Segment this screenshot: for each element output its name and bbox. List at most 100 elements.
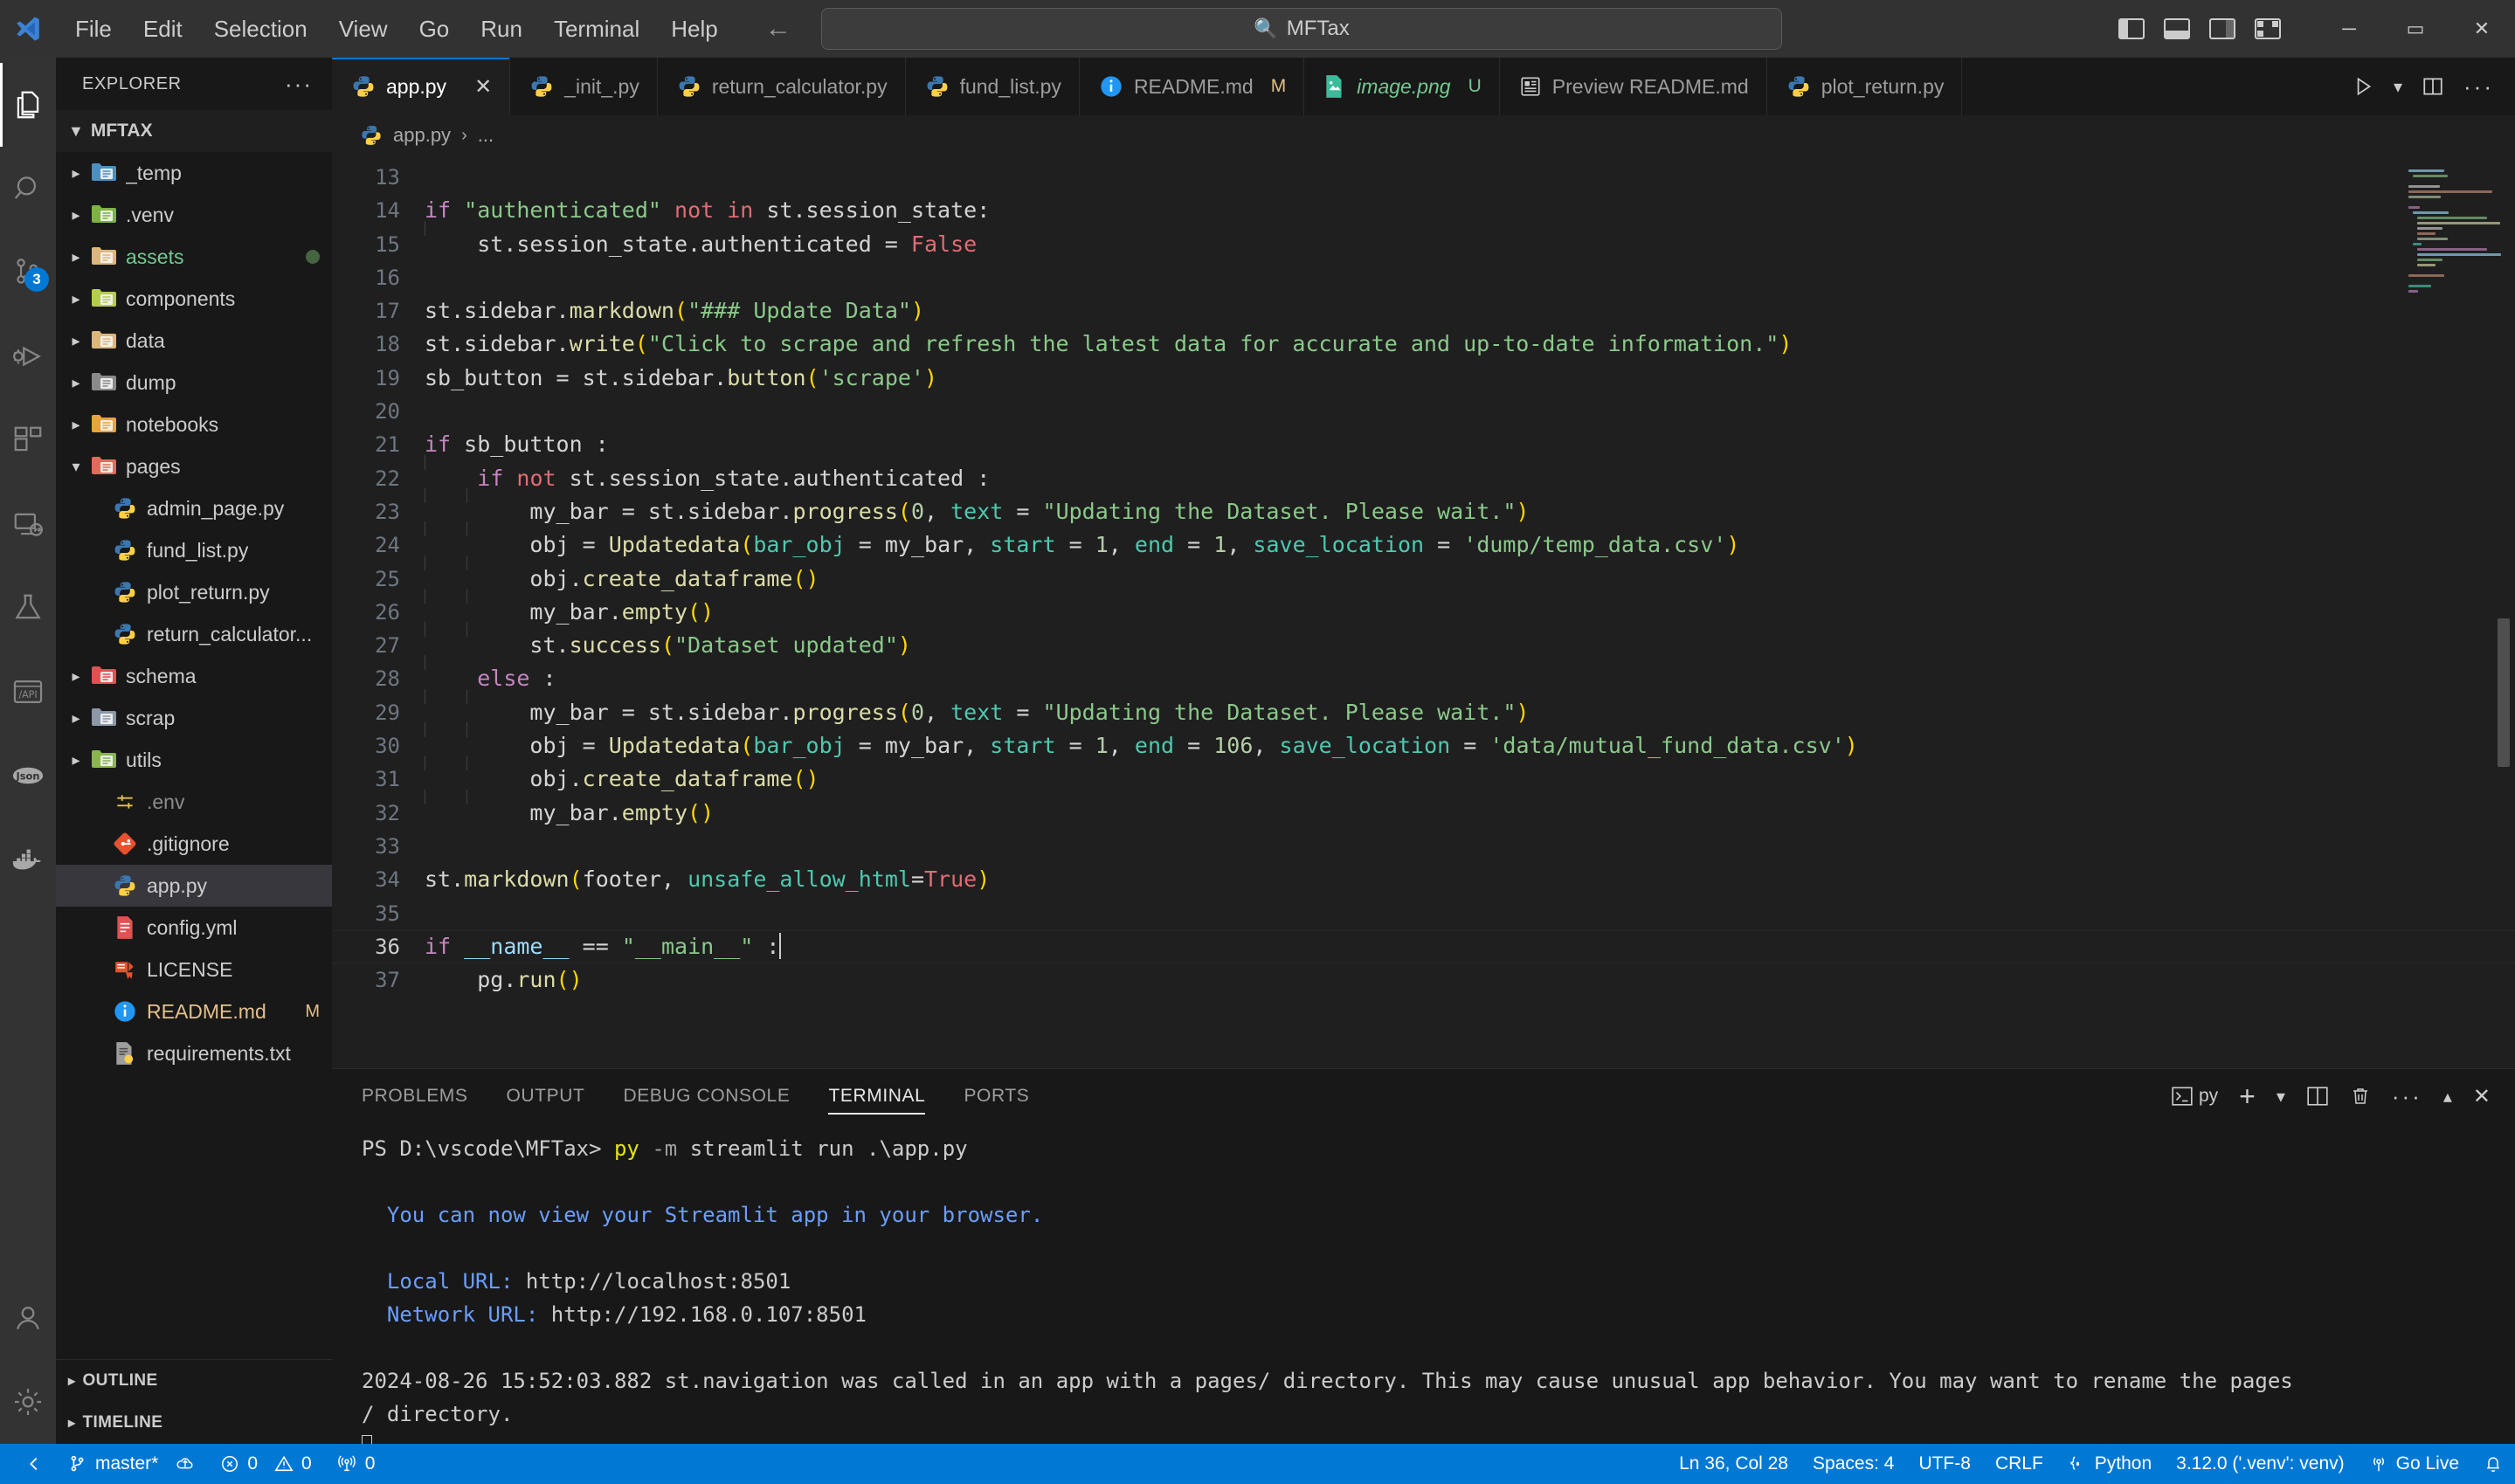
activity-search[interactable] (0, 147, 56, 231)
close-icon[interactable]: ✕ (474, 74, 492, 100)
activity-explorer[interactable] (0, 63, 56, 147)
code-line[interactable]: 18 st.sidebar.write("Click to scrape and … (332, 328, 2515, 361)
status-go-live[interactable]: Go Live (2357, 1444, 2471, 1484)
activity-accounts[interactable] (0, 1276, 56, 1360)
activity-remote-explorer[interactable] (0, 482, 56, 566)
code-lines[interactable]: 13 14 if "authenticated" not in st.session… (332, 155, 2515, 1068)
tree-item-license[interactable]: LICENSE (56, 949, 332, 990)
tree-item-assets[interactable]: ▸ assets (56, 236, 332, 278)
workspace-root-row[interactable]: ▼ MFTAX (56, 110, 332, 152)
code-line[interactable]: 21 if sb_button : (332, 428, 2515, 461)
chevron-right-icon[interactable]: ▸ (63, 248, 89, 266)
code-line[interactable]: 36 if __name__ == "__main__" : (332, 929, 2515, 964)
editor-tab-fund-list-py[interactable]: fund_list.py (905, 58, 1080, 115)
outline-section-header[interactable]: ▸ OUTLINE (56, 1360, 332, 1402)
chevron-down-icon[interactable]: ▾ (63, 458, 89, 476)
code-line[interactable]: 13 (332, 161, 2515, 194)
tree-item-utils[interactable]: ▸ utils (56, 739, 332, 781)
editor-tab-image-png[interactable]: image.png U (1304, 58, 1500, 115)
close-icon[interactable]: ✕ (2473, 1084, 2491, 1109)
command-center-search[interactable]: 🔍 MFTax (821, 8, 1782, 50)
editor-tab-plot-return-py[interactable]: plot_return.py (1766, 58, 1963, 115)
code-line[interactable]: 35 (332, 897, 2515, 930)
tree-item-admin-page-py[interactable]: admin_page.py (56, 487, 332, 529)
code-line[interactable]: 33 (332, 830, 2515, 863)
code-line[interactable]: 28 else : (332, 655, 2515, 695)
menu-edit[interactable]: Edit (128, 10, 198, 48)
status-language-mode[interactable]: Python (2056, 1444, 2164, 1484)
tree-item--env[interactable]: .env (56, 781, 332, 823)
code-line[interactable]: 27 st.success("Dataset updated") (332, 622, 2515, 662)
status-remote-window[interactable] (12, 1444, 56, 1484)
tree-item--venv[interactable]: ▸ .venv (56, 194, 332, 236)
code-line[interactable]: 31 obj.create_dataframe() (332, 756, 2515, 796)
status-ports[interactable]: 0 (324, 1444, 388, 1484)
status-eol[interactable]: CRLF (1983, 1444, 2056, 1484)
scrollbar-thumb[interactable] (2498, 618, 2510, 767)
tree-item-scrap[interactable]: ▸ scrap (56, 697, 332, 739)
tab-terminal[interactable]: TERMINAL (828, 1069, 926, 1123)
menu-file[interactable]: File (59, 10, 128, 48)
chevron-up-icon[interactable]: ▴ (2443, 1086, 2452, 1108)
menu-run[interactable]: Run (465, 10, 538, 48)
code-line[interactable]: 29 my_bar = st.sidebar.progress(0, text … (332, 688, 2515, 729)
activity-docker[interactable] (0, 818, 56, 901)
tree-item-pages[interactable]: ▾ pages (56, 445, 332, 487)
maximize-button[interactable]: ▭ (2382, 0, 2449, 58)
code-line[interactable]: 17 st.sidebar.markdown("### Update Data") (332, 294, 2515, 328)
editor-scrollbar[interactable] (2496, 155, 2512, 1068)
status-interpreter[interactable]: 3.12.0 ('.venv': venv) (2164, 1444, 2356, 1484)
tab-ports[interactable]: PORTS (964, 1069, 1029, 1123)
kill-terminal-icon[interactable] (2350, 1086, 2371, 1107)
menu-selection[interactable]: Selection (198, 10, 323, 48)
tree-item-schema[interactable]: ▸ schema (56, 655, 332, 697)
code-line[interactable]: 25 obj.create_dataframe() (332, 555, 2515, 596)
tree-item-plot-return-py[interactable]: plot_return.py (56, 571, 332, 613)
tree-item-requirements-txt[interactable]: requirements.txt (56, 1032, 332, 1074)
more-actions-icon[interactable]: ··· (2392, 1083, 2422, 1110)
tree-item-components[interactable]: ▸ components (56, 278, 332, 320)
activity-json-tools[interactable]: Json (0, 734, 56, 818)
customize-layout-icon[interactable] (2255, 18, 2281, 39)
terminal-shell-selector[interactable]: py (2171, 1086, 2218, 1107)
tab-debug-console[interactable]: DEBUG CONSOLE (623, 1069, 790, 1123)
menu-help[interactable]: Help (655, 10, 733, 48)
breadcrumb-more[interactable]: ... (478, 124, 494, 147)
code-line[interactable]: 19 sb_button = st.sidebar.button('scrape'… (332, 362, 2515, 395)
chevron-right-icon[interactable]: ▸ (63, 667, 89, 686)
arrow-left-icon[interactable]: ← (765, 16, 791, 42)
menu-go[interactable]: Go (404, 10, 466, 48)
tree-item-app-py[interactable]: app.py (56, 865, 332, 907)
chevron-right-icon[interactable]: ▸ (63, 164, 89, 183)
tree-item-fund-list-py[interactable]: fund_list.py (56, 529, 332, 571)
code-line[interactable]: 26 my_bar.empty() (332, 588, 2515, 629)
split-editor-icon[interactable] (2422, 75, 2444, 98)
editor-tab-return-calculator-py[interactable]: return_calculator.py (657, 58, 906, 115)
tree-item-readme-md[interactable]: README.md M (56, 990, 332, 1032)
code-line[interactable]: 24 obj = Updatedata(bar_obj = my_bar, st… (332, 521, 2515, 562)
chevron-right-icon[interactable]: ▸ (63, 709, 89, 728)
code-line[interactable]: 14 if "authenticated" not in st.session_s… (332, 194, 2515, 227)
tab-problems[interactable]: PROBLEMS (362, 1069, 468, 1123)
code-line[interactable]: 22 if not st.session_state.authenticated… (332, 454, 2515, 495)
menu-view[interactable]: View (323, 10, 404, 48)
tree-item-config-yml[interactable]: config.yml (56, 907, 332, 949)
status-indentation[interactable]: Spaces: 4 (1800, 1444, 1906, 1484)
chevron-right-icon[interactable]: ▸ (63, 374, 89, 392)
split-terminal-icon[interactable] (2306, 1086, 2329, 1107)
toggle-primary-sidebar-icon[interactable] (2118, 18, 2145, 39)
editor-tab-preview-readme-md[interactable]: Preview README.md (1499, 58, 1767, 115)
status-branch[interactable]: master* (56, 1444, 208, 1484)
code-line[interactable]: 37 pg.run() (332, 963, 2515, 997)
status-notifications[interactable] (2471, 1444, 2515, 1484)
code-line[interactable]: 20 (332, 395, 2515, 428)
tree-item-data[interactable]: ▸ data (56, 320, 332, 362)
toggle-panel-icon[interactable] (2164, 18, 2190, 39)
chevron-right-icon[interactable]: ▸ (63, 751, 89, 770)
editor-tab-readme-md[interactable]: README.md M (1079, 58, 1305, 115)
code-line[interactable]: 34 st.markdown(footer, unsafe_allow_html=… (332, 863, 2515, 896)
tree-item-notebooks[interactable]: ▸ notebooks (56, 404, 332, 445)
code-line[interactable]: 15 st.session_state.authenticated = Fals… (332, 220, 2515, 261)
activity-rest-client[interactable]: /API (0, 650, 56, 734)
chevron-down-icon[interactable]: ▾ (2277, 1086, 2285, 1108)
